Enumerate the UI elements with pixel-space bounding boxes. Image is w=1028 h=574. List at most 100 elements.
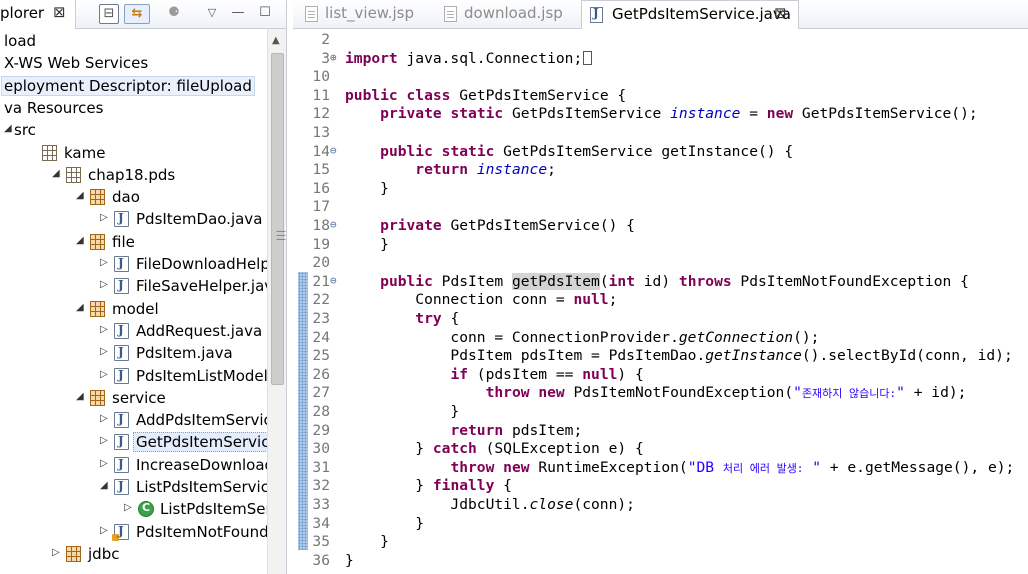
collapse-arrow-icon[interactable]: ◢: [4, 123, 12, 134]
code-line: 15 return instance;: [293, 161, 1028, 180]
tab-download-jsp[interactable]: download.jsp: [444, 0, 564, 29]
tree-item[interactable]: ▷ PdsItemDao.java: [0, 208, 267, 230]
tree-item[interactable]: ▷ FileDownloadHelper.jav: [0, 253, 267, 275]
tree-item-label: load: [4, 32, 37, 50]
explorer-view-tab[interactable]: plorer ⊠: [0, 0, 76, 29]
collapse-all-icon[interactable]: ⊟: [99, 4, 119, 24]
code-line: 10: [293, 68, 1028, 87]
expand-arrow-icon[interactable]: ▷: [100, 413, 108, 424]
expand-arrow-icon[interactable]: ▷: [100, 435, 108, 446]
line-number: 34: [312, 514, 330, 532]
tree-item[interactable]: ◢ file: [0, 231, 267, 253]
expand-arrow-icon[interactable]: ▷: [100, 257, 108, 268]
tree-scrollbar[interactable]: ▲ — — —: [267, 29, 286, 574]
java-file-icon: [114, 211, 129, 228]
tree-item[interactable]: load: [0, 30, 267, 52]
expand-arrow-icon[interactable]: ▷: [100, 279, 108, 290]
code-text: }: [345, 533, 389, 551]
tree-item-label: IncreaseDownloadCoun: [136, 455, 267, 474]
line-number: 23: [312, 310, 330, 327]
tree-item[interactable]: ◢ ListPdsItemService.java: [0, 476, 267, 498]
maximize-icon[interactable]: ☐: [255, 4, 275, 24]
minimize-icon[interactable]: —: [228, 4, 248, 24]
line-number: 27: [312, 384, 330, 402]
tree-item[interactable]: ▷ PdsItemNotFoundExcep: [0, 521, 267, 543]
line-number: 15: [312, 161, 330, 179]
code-line: 17: [293, 198, 1028, 217]
tree-item[interactable]: ▷ PdsItem.java: [0, 342, 267, 364]
line-number: 24: [312, 328, 330, 346]
expand-arrow-icon[interactable]: ▷: [100, 369, 108, 380]
tree-item[interactable]: ▷ GetPdsItemService.java: [0, 431, 267, 453]
tree-item[interactable]: ▷ PdsItemListModel.java: [0, 365, 267, 387]
link-with-editor-icon[interactable]: ⇆: [124, 4, 150, 24]
line-number: 14: [312, 142, 330, 160]
collapse-fold-icon[interactable]: ⊖: [330, 144, 337, 157]
expand-arrow-icon[interactable]: ▷: [100, 212, 108, 223]
java-file-icon: [590, 6, 603, 23]
collapse-fold-icon[interactable]: ⊖: [330, 274, 337, 287]
tree-item[interactable]: ◢ dao: [0, 186, 267, 208]
line-number: 2: [321, 31, 330, 48]
close-icon[interactable]: ⊠: [53, 3, 66, 21]
package-empty-icon: [42, 144, 57, 161]
code-line: 31 throw new RuntimeException("DB 처리 에러 …: [293, 459, 1028, 478]
code-text: }: [345, 551, 354, 569]
tree-item[interactable]: ◢ service: [0, 387, 267, 409]
tree-item[interactable]: va Resources: [0, 97, 267, 119]
code-area[interactable]: 2 3 ⊕ import java.sql.Connection; 10 11 public…: [293, 29, 1028, 574]
code-line: 12 private static GetPdsItemService inst…: [293, 105, 1028, 124]
close-icon[interactable]: ⊠: [774, 4, 787, 22]
tab-list-view-jsp[interactable]: list_view.jsp: [305, 0, 415, 29]
collapse-arrow-icon[interactable]: ◢: [76, 391, 84, 402]
code-line: 25 PdsItem pdsItem = PdsItemDao.getInsta…: [293, 347, 1028, 366]
collapse-arrow-icon[interactable]: ◢: [76, 235, 84, 246]
package-icon: [90, 233, 105, 250]
tree-item[interactable]: ◢ chap18.pds: [0, 164, 267, 186]
collapse-arrow-icon[interactable]: ◢: [76, 302, 84, 313]
tree-item[interactable]: X-WS Web Services: [0, 52, 267, 74]
scroll-up-icon[interactable]: ▲: [272, 35, 280, 46]
collapse-arrow-icon[interactable]: ◢: [76, 190, 84, 201]
code-line: 18 ⊖ private GetPdsItemService() {: [293, 217, 1028, 236]
tree-item[interactable]: ▷ FileSaveHelper.java: [0, 275, 267, 297]
tree-item[interactable]: ▷ AddRequest.java: [0, 320, 267, 342]
code-text: }: [345, 179, 389, 197]
scrollbar-thumb[interactable]: — — —: [271, 53, 286, 385]
code-text: private GetPdsItemService() {: [380, 217, 635, 234]
explorer-tab-title: plorer: [0, 4, 45, 22]
java-file-icon: [114, 456, 129, 473]
expand-arrow-icon[interactable]: ▷: [100, 346, 108, 357]
package-icon: [66, 545, 81, 562]
tree-item[interactable]: ▷ IncreaseDownloadCoun: [0, 454, 267, 476]
tree-item[interactable]: kame: [0, 142, 267, 164]
expand-arrow-icon[interactable]: ▷: [100, 324, 108, 335]
collapse-arrow-icon[interactable]: ◢: [52, 168, 60, 179]
focus-task-icon[interactable]: ⚈: [164, 4, 184, 24]
line-number: 31: [312, 458, 330, 476]
tree-item[interactable]: ▷ jdbc: [0, 543, 267, 565]
expand-arrow-icon[interactable]: ▷: [100, 458, 108, 469]
view-menu-icon[interactable]: ▽: [202, 4, 222, 24]
tab-label: GetPdsItemService.java: [612, 5, 791, 23]
tree-item[interactable]: ◢ model: [0, 298, 267, 320]
tree-item[interactable]: eployment Descriptor: fileUpload: [0, 75, 267, 97]
tree-item-label: FileSaveHelper.java: [136, 277, 267, 296]
tab-get-pds-item-service-java[interactable]: GetPdsItemService.java ⊠: [581, 0, 799, 29]
collapse-fold-icon[interactable]: ⊖: [330, 218, 337, 231]
expand-arrow-icon[interactable]: ▷: [100, 525, 108, 536]
tree-item-label: ListPdsItemService.java: [136, 478, 267, 496]
tree-item[interactable]: ▷ AddPdsItemService.java: [0, 409, 267, 431]
code-text: return instance;: [415, 161, 556, 179]
expand-arrow-icon[interactable]: ▷: [52, 547, 60, 558]
tree-item[interactable]: ◢ src: [0, 119, 267, 141]
tree-item[interactable]: ▷ ListPdsItemService: [0, 498, 267, 520]
expand-fold-icon[interactable]: ⊕: [330, 51, 337, 64]
collapse-arrow-icon[interactable]: ◢: [100, 480, 108, 491]
line-number: 17: [312, 198, 330, 216]
line-number: 36: [312, 551, 330, 569]
expand-arrow-icon[interactable]: ▷: [124, 502, 132, 513]
java-file-icon: [114, 256, 129, 272]
line-number: 13: [312, 124, 330, 141]
code-text: throw new RuntimeException("DB 처리 에러 발생:…: [450, 458, 1015, 476]
